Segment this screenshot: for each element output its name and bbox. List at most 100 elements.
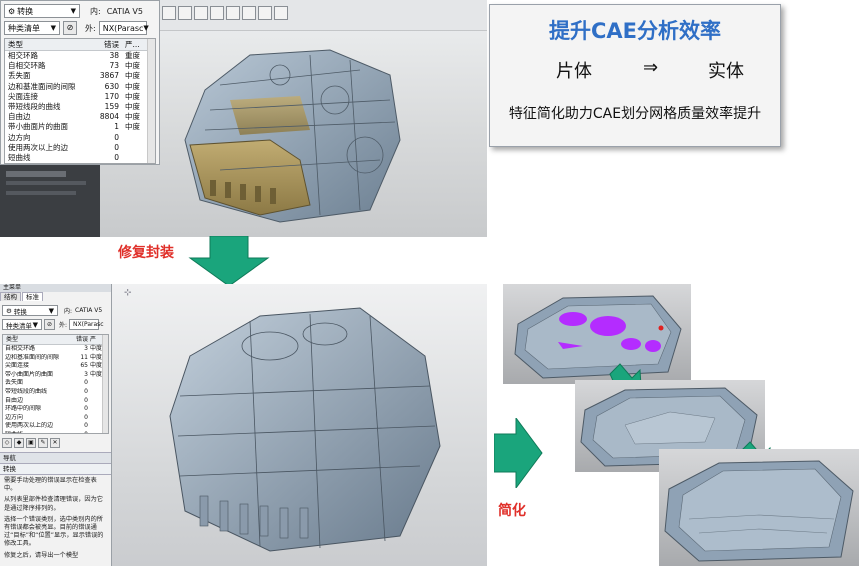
table-row[interactable]: 短曲线0 xyxy=(5,153,155,163)
table-row[interactable]: 带小曲面片的曲面 1 中度 xyxy=(5,122,155,132)
row-type: 带小曲面片的曲面 xyxy=(5,370,54,378)
row-type: 环路中的间隙 xyxy=(5,405,42,413)
card-title: 提升CAE分析效率 xyxy=(548,19,721,43)
tool-icon-5[interactable]: ✕ xyxy=(50,438,60,448)
row-type: 带短线段的曲线 xyxy=(8,101,61,111)
table-row[interactable]: 带小曲面片的曲面 3 中度 xyxy=(3,371,108,380)
dark-tool-strip xyxy=(0,165,100,237)
table-scrollbar[interactable] xyxy=(147,39,155,163)
measure-icon[interactable] xyxy=(274,6,288,20)
card-footer: 特征简化助力CAE划分网格质量效率提升 xyxy=(508,106,762,122)
tool-icon-4[interactable]: ✎ xyxy=(38,438,48,448)
convert-combo[interactable]: ⚙ 转换 ▼ xyxy=(2,305,58,316)
row-error-count: 1 xyxy=(114,122,119,132)
table-row[interactable]: 自由边 0 xyxy=(3,397,108,406)
row-error-count: 0 xyxy=(84,413,88,421)
refresh-button[interactable]: ⊘ xyxy=(63,21,77,35)
header-type[interactable]: 类型 xyxy=(5,39,87,50)
navigation-subheader: 转换 xyxy=(0,464,111,475)
navigation-help: 需要手动处理的错误显示在检查表中。 从列表里部件检查清理错误，因为它是通过降序排… xyxy=(0,475,111,562)
chevron-down-icon: ▼ xyxy=(32,320,38,329)
stage-1-model xyxy=(514,295,682,379)
row-type: 边和基准面间的间隙 xyxy=(8,81,76,91)
row-error-count: 0 xyxy=(84,405,88,413)
kind-list-combo[interactable]: 种类清单 ▼ xyxy=(2,319,42,330)
row-error-count: 3867 xyxy=(99,71,119,81)
error-table-header: 类型 错误 严... xyxy=(5,39,155,51)
table-scrollbar[interactable] xyxy=(102,335,108,433)
select-icon[interactable] xyxy=(162,6,176,20)
help-paragraph-1: 需要手动处理的错误显示在检查表中。 xyxy=(4,477,97,493)
repaired-engine-model xyxy=(169,307,441,552)
view-icon[interactable] xyxy=(226,6,240,20)
table-row[interactable]: 自相交环路 3 中度 xyxy=(3,345,108,354)
chevron-down-icon: ▼ xyxy=(48,306,54,315)
inner-value: CATIA V5 xyxy=(75,307,103,314)
outer-format-combo[interactable]: NX(Parasc xyxy=(69,319,104,330)
table-row[interactable]: 边和基准面间的间隙 630 中度 xyxy=(5,82,155,92)
table-row[interactable]: 边方向 0 xyxy=(5,133,155,143)
table-row[interactable]: 使用两次以上的边 0 xyxy=(5,143,155,153)
card-arrow: ⇒ xyxy=(643,57,659,78)
row-type: 自相交环路 xyxy=(5,345,36,352)
tab-standard[interactable]: 标准 xyxy=(22,292,43,301)
header-errors[interactable]: 错误 xyxy=(87,39,122,50)
table-row[interactable]: 带短线段的曲线 159 中度 xyxy=(5,102,155,112)
tab-structure[interactable]: 结构 xyxy=(0,292,21,301)
row-type: 边方向 xyxy=(8,132,31,142)
row-error-count: 0 xyxy=(114,132,119,142)
tool-icon-3[interactable]: ▣ xyxy=(26,438,36,448)
table-row[interactable]: 边和基准面间的间隙 11 中度 xyxy=(3,354,108,363)
table-row[interactable]: 短曲线0 xyxy=(3,431,108,433)
table-row[interactable]: 带短线段的曲线 0 xyxy=(3,388,108,397)
table-row[interactable]: 环路中的间隙 0 xyxy=(3,405,108,414)
kind-list-combo[interactable]: 种类清单 ▼ xyxy=(4,21,60,35)
header-errors[interactable]: 错误 xyxy=(74,335,88,344)
zoom-icon[interactable] xyxy=(178,6,192,20)
row-type: 丢失面 xyxy=(5,379,24,387)
navigation-header: 导航 xyxy=(0,452,111,464)
chevron-down-icon: ▼ xyxy=(143,24,149,32)
tool-icon-1[interactable]: ◇ xyxy=(2,438,12,448)
table-row[interactable]: 尖面连接 170 中度 xyxy=(5,92,155,102)
row-type: 丢失面 xyxy=(8,71,31,81)
stage-3-simplified-panel xyxy=(659,449,859,566)
row-error-count: 0 xyxy=(84,387,88,395)
row-type: 自由边 xyxy=(5,396,24,404)
inner-value: CATIA V5 xyxy=(106,6,143,16)
engine-model-shell xyxy=(184,49,401,223)
table-row[interactable]: 丢失面 3867 中度 xyxy=(5,71,155,81)
table-row[interactable]: 丢失面 0 xyxy=(3,379,108,388)
table-row[interactable]: 边方向 0 xyxy=(3,414,108,423)
row-error-count: 630 xyxy=(104,81,119,91)
row-error-count: 11 xyxy=(80,353,88,361)
refresh-button[interactable]: ⊘ xyxy=(44,319,55,330)
header-type[interactable]: 类型 xyxy=(3,335,74,344)
row-error-count: 0 xyxy=(84,379,88,387)
table-row[interactable]: 使用两次以上的边 0 xyxy=(3,422,108,431)
tool-icon-2[interactable]: ◆ xyxy=(14,438,24,448)
row-type: 自由边 xyxy=(8,112,31,122)
row-type: 自相交环路 xyxy=(8,61,46,71)
stage-1-original-panel xyxy=(503,284,691,384)
chevron-down-icon: ▼ xyxy=(50,24,56,32)
rotate-icon[interactable] xyxy=(194,6,208,20)
error-table: 类型 错误 严 自相交环路 3 中度 边和基准面间的间隙 11 中度 尖面连接 65 中度 带小曲… xyxy=(2,334,109,434)
table-row[interactable]: 尖面连接 65 中度 xyxy=(3,362,108,371)
convert-combo[interactable]: ⚙ 转换 ▼ xyxy=(4,4,80,18)
outer-format-value: NX(Parasc xyxy=(73,321,104,328)
model-check-panel: ⚙ 转换 ▼ 内: CATIA V5 种类清单 ▼ ⊘ 外: NX(Parasc… xyxy=(0,0,160,165)
render-icon[interactable] xyxy=(242,6,256,20)
pan-icon[interactable] xyxy=(210,6,224,20)
inner-label: 内: xyxy=(90,6,101,16)
outer-format-combo[interactable]: NX(Parasc ▼ xyxy=(98,21,149,35)
error-table: 类型 错误 严... 相交环路 38 重度 自相交环路 73 中度 丢失面 3867 中度 边和基… xyxy=(4,38,156,164)
gear-icon: ⚙ xyxy=(6,306,12,315)
top-cad-screenshot: ⚙ 转换 ▼ 内: CATIA V5 种类清单 ▼ ⊘ 外: NX(Parasc… xyxy=(0,0,487,237)
settings-icon[interactable] xyxy=(258,6,272,20)
table-row[interactable]: 自相交环路 73 中度 xyxy=(5,61,155,71)
row-type: 相交环路 xyxy=(8,51,38,60)
row-error-count: 3 xyxy=(84,370,88,378)
table-row[interactable]: 自由边 8804 中度 xyxy=(5,112,155,122)
table-row[interactable]: 相交环路 38 重度 xyxy=(5,51,155,61)
